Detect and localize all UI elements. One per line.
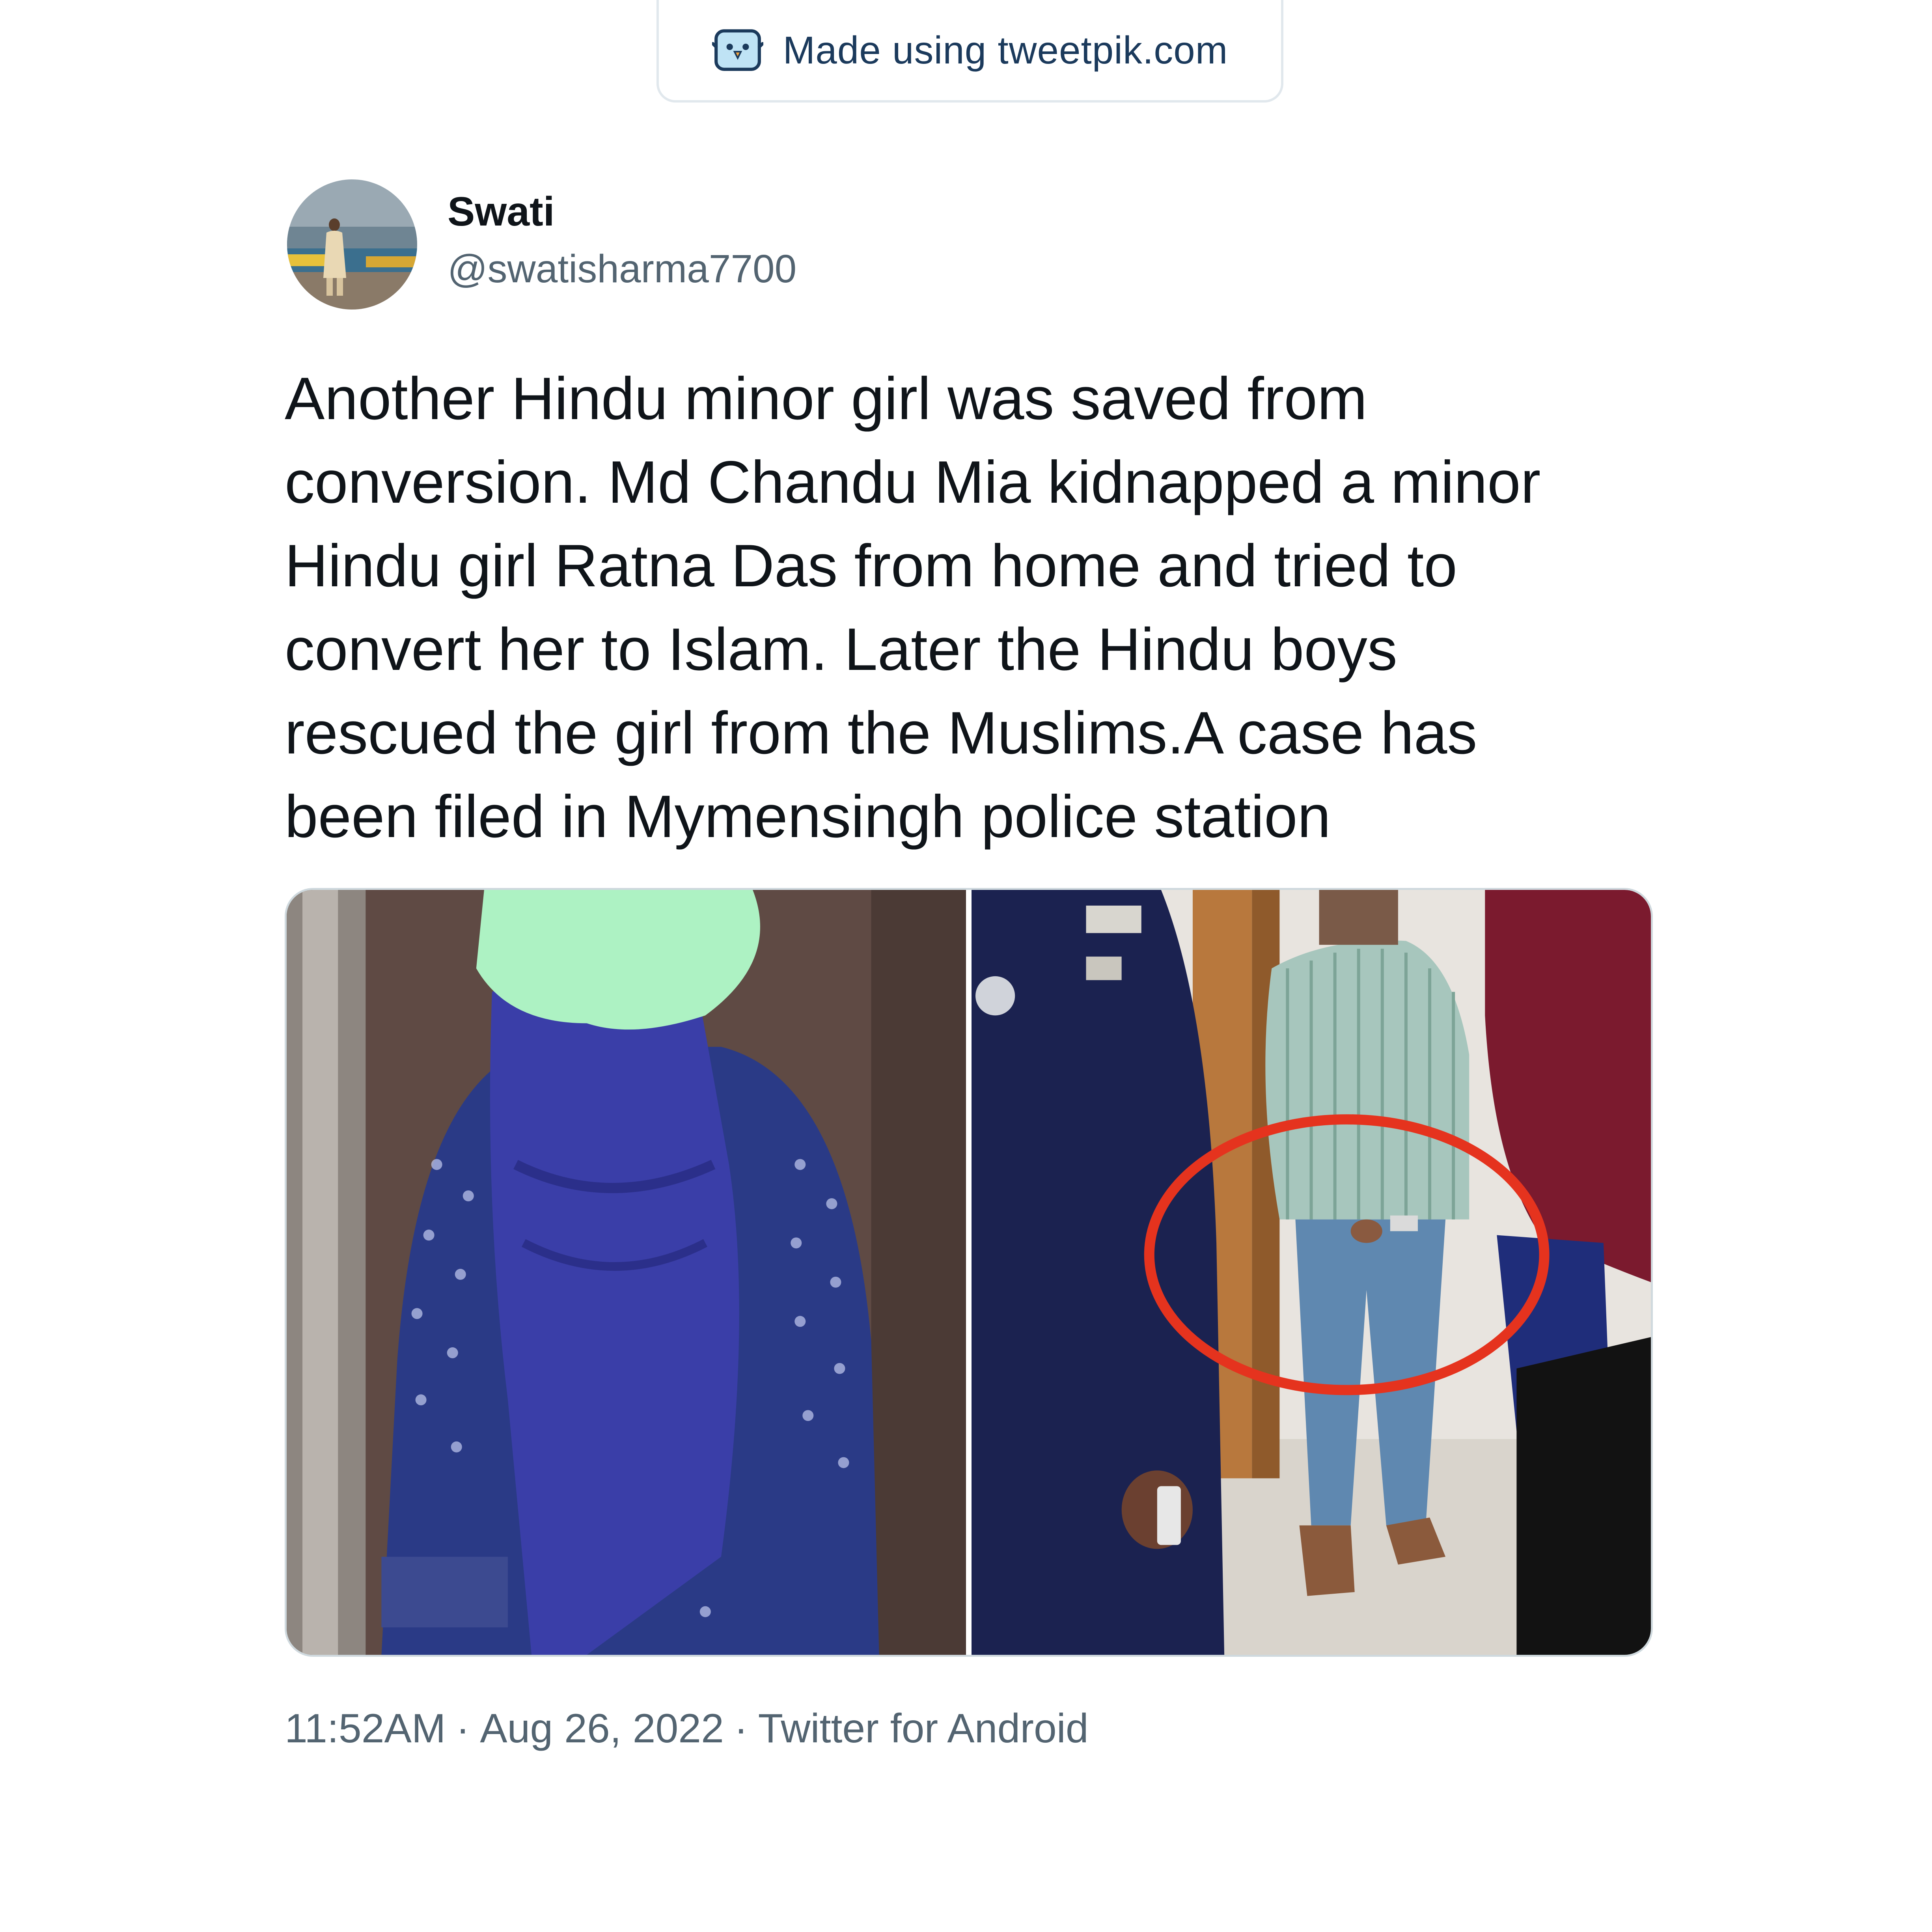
- tweet-text-line: been filed in Mymensingh police station: [285, 783, 1331, 850]
- meta-separator: ·: [456, 1706, 470, 1751]
- watermark-text: Made using tweetpik.com: [783, 28, 1228, 72]
- media-photo-left[interactable]: [287, 890, 966, 1655]
- media-photo-right[interactable]: [972, 890, 1651, 1655]
- tweetpik-bird-icon: [712, 29, 763, 71]
- tweet-text-line: rescued the girl from the Muslims.A case…: [285, 699, 1477, 766]
- avatar-photo: [287, 179, 417, 310]
- tweetpik-watermark[interactable]: Made using tweetpik.com: [656, 0, 1283, 103]
- photo-man-with-police-circled: [972, 890, 1651, 1655]
- handle[interactable]: @swatisharma7700: [448, 246, 796, 292]
- tweet-source[interactable]: Twitter for Android: [758, 1705, 1089, 1752]
- tweet-time[interactable]: 11:52AM: [285, 1705, 446, 1752]
- tweet-meta: 11:52AM · Aug 26, 2022 · Twitter for Android: [285, 1705, 1089, 1752]
- photo-girl-in-blue-scarf: [287, 890, 966, 1655]
- tweet-text-line: convert her to Islam. Later the Hindu bo…: [285, 616, 1397, 683]
- tweet-text-line: Hindu girl Ratna Das from home and tried…: [285, 532, 1457, 599]
- media-grid: [285, 888, 1653, 1657]
- tweet-text: Another Hindu minor girl was saved from …: [285, 357, 1645, 858]
- tweet-text-line: conversion. Md Chandu Mia kidnapped a mi…: [285, 449, 1541, 516]
- meta-separator: ·: [734, 1706, 748, 1751]
- tweet-date[interactable]: Aug 26, 2022: [480, 1705, 724, 1752]
- tweet-text-line: Another Hindu minor girl was saved from: [285, 365, 1367, 432]
- display-name[interactable]: Swati: [448, 188, 555, 235]
- avatar[interactable]: [287, 179, 417, 310]
